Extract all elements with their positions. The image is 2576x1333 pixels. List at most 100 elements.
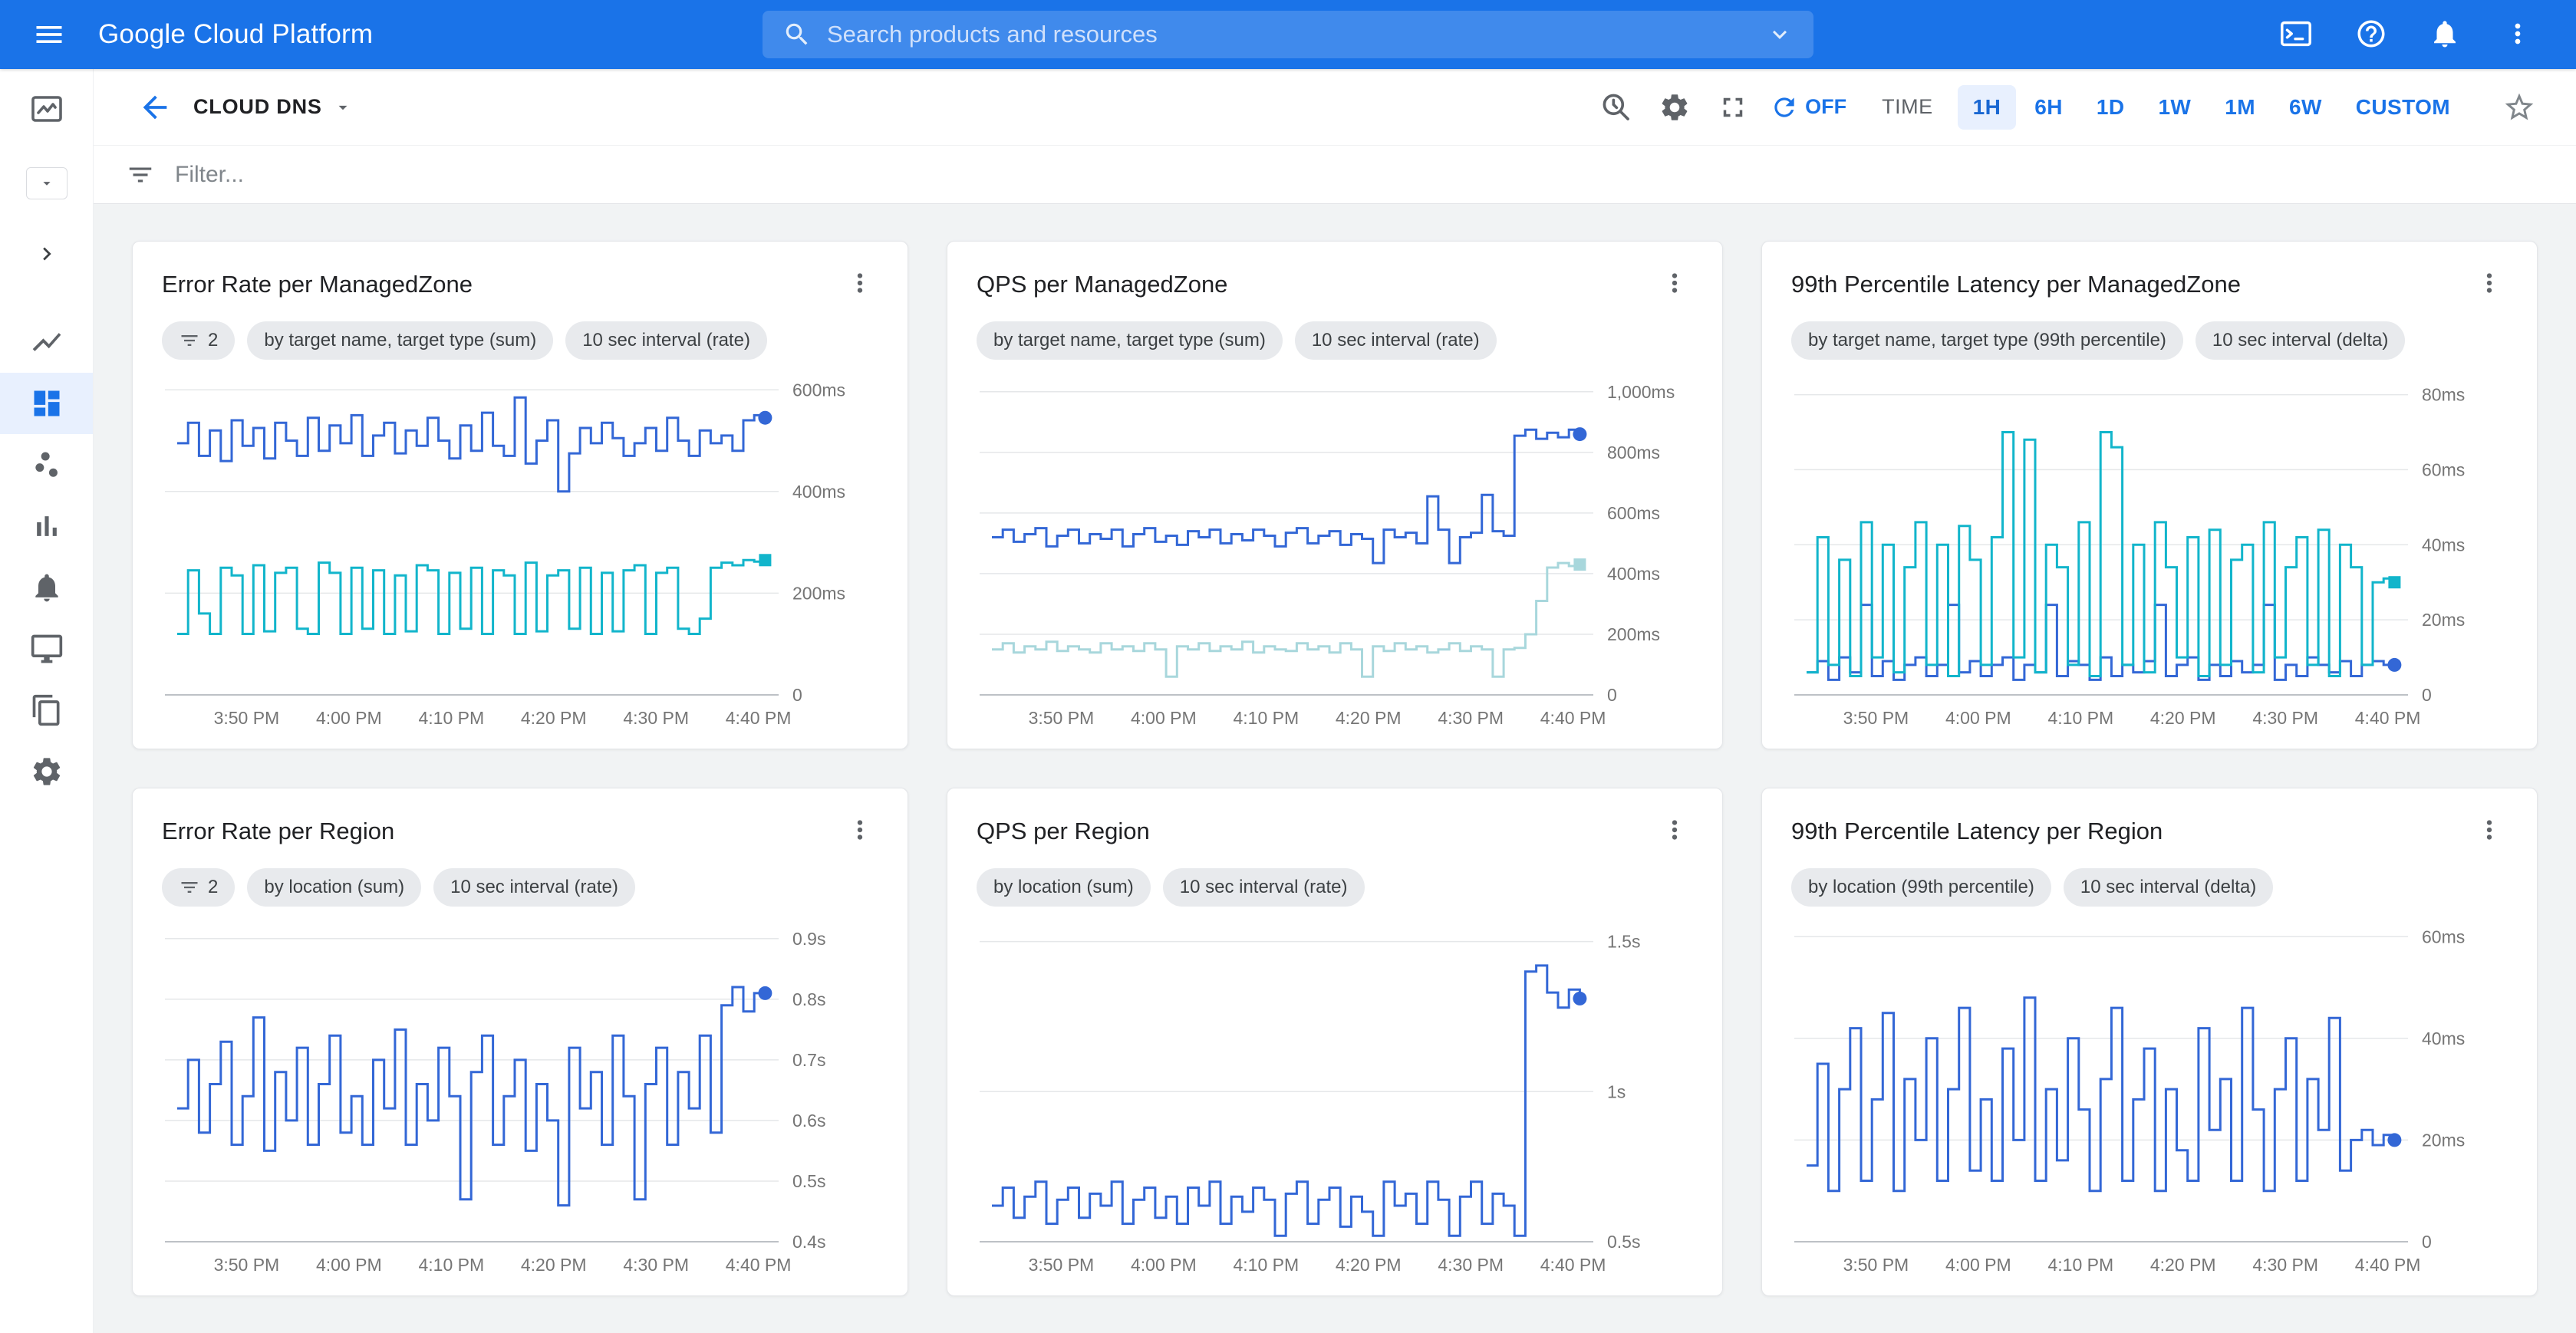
notifications-bell-icon[interactable]: [2429, 18, 2461, 52]
chart-title: 99th Percentile Latency per Region: [1791, 818, 2163, 845]
settings-gear-icon[interactable]: [1650, 83, 1699, 132]
svg-text:400ms: 400ms: [1607, 564, 1660, 584]
svg-text:4:10 PM: 4:10 PM: [1233, 1255, 1299, 1275]
rail-dropdown-button[interactable]: [26, 167, 68, 199]
svg-text:3:50 PM: 3:50 PM: [214, 1255, 280, 1275]
svg-text:4:00 PM: 4:00 PM: [1945, 1255, 2011, 1275]
svg-text:20ms: 20ms: [2422, 1130, 2465, 1150]
svg-text:0.9s: 0.9s: [792, 929, 825, 949]
svg-text:4:30 PM: 4:30 PM: [1438, 1255, 1504, 1275]
refresh-icon: [1770, 93, 1799, 122]
rail-item-services[interactable]: [0, 495, 93, 557]
menu-icon[interactable]: [25, 10, 74, 59]
aggregation-chip[interactable]: 10 sec interval (delta): [2196, 321, 2405, 360]
time-range-custom[interactable]: CUSTOM: [2340, 85, 2466, 130]
svg-text:0: 0: [1607, 685, 1617, 705]
rail-item-metrics-explorer[interactable]: [0, 311, 93, 373]
time-range-1m[interactable]: 1M: [2209, 85, 2271, 130]
alerting-bell-icon: [30, 571, 64, 604]
chart-title: Error Rate per Region: [162, 818, 394, 845]
chip-row: by location (sum) 10 sec interval (rate): [977, 868, 1693, 907]
svg-text:200ms: 200ms: [792, 583, 845, 603]
chart-more-icon[interactable]: [1656, 265, 1693, 301]
svg-text:4:20 PM: 4:20 PM: [521, 708, 587, 728]
svg-text:40ms: 40ms: [2422, 1029, 2465, 1048]
aggregation-chip[interactable]: by location (sum): [247, 868, 421, 907]
time-range-1h[interactable]: 1H: [1958, 85, 2017, 130]
aggregation-chip[interactable]: 10 sec interval (rate): [565, 321, 767, 360]
search-icon: [782, 20, 812, 49]
chip-row: by target name, target type (sum) 10 sec …: [977, 321, 1693, 360]
dashboard-name: CLOUD DNS: [193, 95, 322, 119]
svg-text:0.5s: 0.5s: [792, 1171, 825, 1191]
svg-text:4:40 PM: 4:40 PM: [2355, 1255, 2421, 1275]
svg-text:4:20 PM: 4:20 PM: [521, 1255, 587, 1275]
aggregation-chip[interactable]: 10 sec interval (rate): [1295, 321, 1497, 360]
back-button[interactable]: [133, 86, 176, 129]
svg-text:4:10 PM: 4:10 PM: [418, 708, 484, 728]
aggregation-chip[interactable]: by location (99th percentile): [1791, 868, 2051, 907]
chart-more-icon[interactable]: [1656, 811, 1693, 848]
time-range-1w[interactable]: 1W: [2143, 85, 2206, 130]
cloud-shell-icon[interactable]: [2278, 16, 2314, 54]
bar-chart-icon: [30, 509, 64, 543]
svg-text:4:00 PM: 4:00 PM: [1131, 708, 1197, 728]
chart-card-qps-region: QPS per Region by location (sum) 10 sec i…: [947, 788, 1723, 1296]
chip-label: 10 sec interval (rate): [1180, 877, 1348, 898]
svg-text:4:00 PM: 4:00 PM: [316, 708, 382, 728]
chip-label: 2: [208, 877, 218, 898]
time-range-6h[interactable]: 6H: [2019, 85, 2078, 130]
svg-text:4:00 PM: 4:00 PM: [316, 1255, 382, 1275]
svg-text:40ms: 40ms: [2422, 535, 2465, 555]
chip-label: by target name, target type (sum): [993, 330, 1266, 351]
rail-item-dashboards[interactable]: [0, 373, 93, 434]
filter-bar: [94, 146, 2576, 204]
filter-count-chip[interactable]: 2: [162, 868, 235, 907]
svg-text:4:40 PM: 4:40 PM: [1540, 708, 1606, 728]
chevron-down-icon[interactable]: [1766, 21, 1794, 48]
chart-more-icon[interactable]: [2471, 811, 2508, 848]
time-range-1d[interactable]: 1D: [2081, 85, 2140, 130]
aggregation-chip[interactable]: 10 sec interval (rate): [1163, 868, 1365, 907]
settings-gear-icon: [30, 755, 64, 788]
rail-item-groups[interactable]: [0, 434, 93, 495]
chart-more-icon[interactable]: [842, 265, 878, 301]
fullscreen-icon[interactable]: [1708, 83, 1757, 132]
more-vertical-icon[interactable]: [2502, 18, 2533, 51]
filter-count-chip[interactable]: 2: [162, 321, 235, 360]
rail-item-settings[interactable]: [0, 741, 93, 802]
aggregation-chip[interactable]: by target name, target type (sum): [247, 321, 553, 360]
rail-item-reports[interactable]: [0, 680, 93, 741]
svg-text:1.5s: 1.5s: [1607, 932, 1640, 952]
aggregation-chip[interactable]: by location (sum): [977, 868, 1151, 907]
svg-text:0.8s: 0.8s: [792, 989, 825, 1009]
svg-text:0: 0: [2422, 1232, 2432, 1252]
svg-text:4:40 PM: 4:40 PM: [726, 1255, 792, 1275]
monitoring-logo-icon[interactable]: [0, 69, 93, 149]
time-range-6w[interactable]: 6W: [2274, 85, 2337, 130]
auto-refresh-button[interactable]: OFF: [1770, 93, 1846, 122]
rail-expand-button[interactable]: [34, 235, 60, 273]
chart-title: QPS per Region: [977, 818, 1150, 845]
filter-input[interactable]: [175, 162, 2544, 188]
aggregation-chip[interactable]: by target name, target type (99th percen…: [1791, 321, 2183, 360]
help-icon[interactable]: [2355, 18, 2387, 52]
aggregation-chip[interactable]: by target name, target type (sum): [977, 321, 1283, 360]
search-input[interactable]: [827, 21, 1766, 48]
svg-text:3:50 PM: 3:50 PM: [1029, 708, 1095, 728]
chart-card-error-rate-region: Error Rate per Region 2 by location (sum)…: [132, 788, 908, 1296]
aggregation-chip[interactable]: 10 sec interval (rate): [433, 868, 635, 907]
chart-plot: 020ms40ms60ms80ms3:50 PM4:00 PM4:10 PM4:…: [1791, 370, 2508, 730]
chart-plot: 0.5s1s1.5s3:50 PM4:00 PM4:10 PM4:20 PM4:…: [977, 917, 1693, 1277]
app-header: Google Cloud Platform: [0, 0, 2576, 69]
chart-more-icon[interactable]: [842, 811, 878, 848]
query-time-icon[interactable]: [1592, 83, 1641, 132]
dashboard-selector[interactable]: CLOUD DNS: [193, 95, 353, 119]
rail-item-uptime-checks[interactable]: [0, 618, 93, 680]
svg-text:3:50 PM: 3:50 PM: [1029, 1255, 1095, 1275]
chart-more-icon[interactable]: [2471, 265, 2508, 301]
search-bar[interactable]: [763, 11, 1813, 58]
rail-item-alerting[interactable]: [0, 557, 93, 618]
star-icon[interactable]: [2496, 84, 2542, 130]
aggregation-chip[interactable]: 10 sec interval (delta): [2064, 868, 2273, 907]
